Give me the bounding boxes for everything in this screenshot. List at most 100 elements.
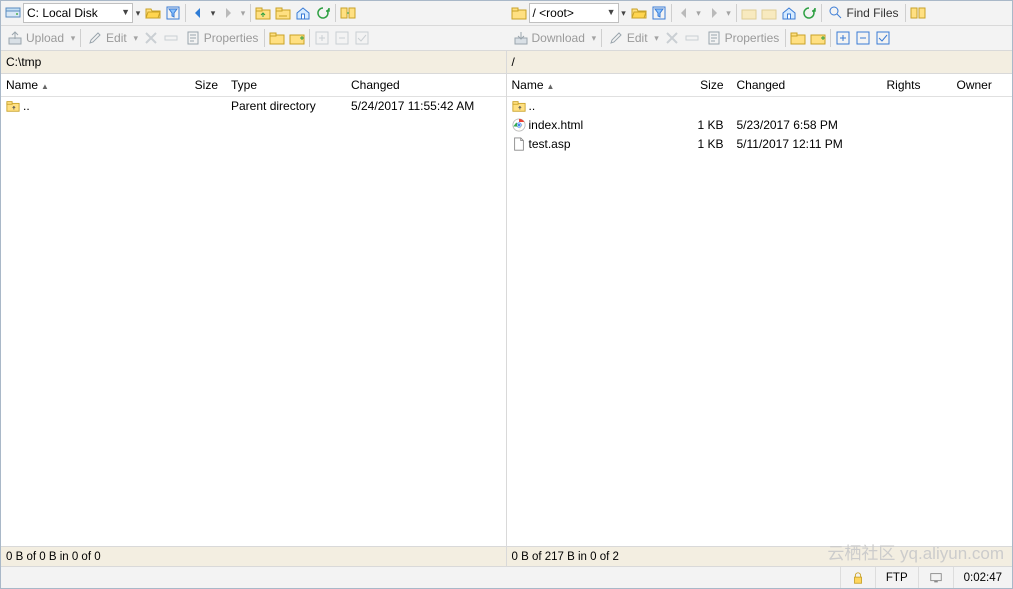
cell-owner: [952, 96, 1013, 115]
dropdown-arrow-icon[interactable]: ▾: [133, 3, 143, 23]
edit-label: Edit: [627, 31, 648, 45]
cell-type: Parent directory: [226, 96, 346, 115]
minus-box-icon: [332, 28, 352, 48]
back-icon: [674, 3, 694, 23]
root-folder-icon[interactable]: [759, 3, 779, 23]
cell-size: [181, 96, 226, 115]
remote-path-text: /: [512, 55, 515, 69]
cell-owner: [952, 134, 1013, 153]
protocol-status: FTP: [875, 567, 918, 588]
upload-button: Upload: [3, 28, 68, 48]
col-name[interactable]: Name▲: [1, 74, 181, 96]
new-file-icon[interactable]: [808, 28, 828, 48]
cell-changed: 5/23/2017 6:58 PM: [732, 115, 882, 134]
download-button: Download: [509, 28, 589, 48]
col-rights[interactable]: Rights: [882, 74, 952, 96]
col-owner[interactable]: Owner: [952, 74, 1013, 96]
refresh-icon[interactable]: [313, 3, 333, 23]
list-row[interactable]: test.asp1 KB5/11/2017 12:11 PM: [507, 134, 1013, 153]
home-icon[interactable]: [779, 3, 799, 23]
encryption-status: [840, 567, 875, 588]
cell-changed: 5/11/2017 12:11 PM: [732, 134, 882, 153]
back-history-icon[interactable]: ▾: [208, 3, 218, 23]
local-status: 0 B of 0 B in 0 of 0: [1, 546, 506, 566]
open-folder-icon[interactable]: [629, 3, 649, 23]
cell-rights: [882, 96, 952, 115]
connection-icon: [918, 567, 953, 588]
filter-icon[interactable]: [163, 3, 183, 23]
remote-file-list[interactable]: Name▲ Size Changed Rights Owner ..index.…: [507, 74, 1013, 546]
check-box-icon: [352, 28, 372, 48]
properties-label: Properties: [725, 31, 780, 45]
back-history-icon: ▾: [694, 3, 704, 23]
col-type[interactable]: Type: [226, 74, 346, 96]
list-row[interactable]: ..: [507, 96, 1013, 115]
properties-button: Properties: [702, 28, 784, 48]
find-files-button[interactable]: Find Files: [824, 3, 903, 23]
sync-browse-icon[interactable]: [908, 3, 928, 23]
local-drive-combo[interactable]: C: Local Disk▼: [23, 3, 133, 23]
col-name[interactable]: Name▲: [507, 74, 682, 96]
minus-box-icon[interactable]: [853, 28, 873, 48]
local-path-bar[interactable]: C:\tmp: [1, 51, 506, 74]
delete-icon: [662, 28, 682, 48]
local-panel: C:\tmp Name▲ Size Type Changed .. Parent …: [1, 51, 507, 566]
properties-button: Properties: [181, 28, 263, 48]
col-changed[interactable]: Changed: [346, 74, 506, 96]
sync-browse-icon[interactable]: [338, 3, 358, 23]
home-icon[interactable]: [293, 3, 313, 23]
upload-label: Upload: [26, 31, 64, 45]
root-folder-icon[interactable]: [273, 3, 293, 23]
edit-menu-icon: ▾: [652, 28, 662, 48]
cell-changed: [732, 96, 882, 115]
remote-path-bar[interactable]: /: [507, 51, 1013, 74]
local-path-text: C:\tmp: [6, 55, 41, 69]
plus-box-icon[interactable]: [833, 28, 853, 48]
cell-name: index.html: [507, 115, 682, 134]
col-size[interactable]: Size: [181, 74, 226, 96]
edit-menu-icon: ▾: [131, 28, 141, 48]
cell-size: [682, 96, 732, 115]
cell-name: ..: [507, 96, 682, 115]
new-folder-icon[interactable]: [788, 28, 808, 48]
parent-folder-icon[interactable]: [739, 3, 759, 23]
local-file-list[interactable]: Name▲ Size Type Changed .. Parent directo…: [1, 74, 506, 546]
status-bar: FTP 0:02:47: [1, 566, 1012, 588]
col-changed[interactable]: Changed: [732, 74, 882, 96]
remote-folder-icon: [509, 3, 529, 23]
back-icon[interactable]: [188, 3, 208, 23]
cell-name: test.asp: [507, 134, 682, 153]
forward-history-icon: ▾: [238, 3, 248, 23]
new-folder-icon[interactable]: [267, 28, 287, 48]
cell-rights: [882, 134, 952, 153]
cell-rights: [882, 115, 952, 134]
remote-path-combo[interactable]: / <root>▼: [529, 3, 619, 23]
download-menu-icon: ▾: [589, 28, 599, 48]
list-row[interactable]: ..Parent directory5/24/2017 11:55:42 AM: [1, 96, 506, 115]
new-file-icon[interactable]: [287, 28, 307, 48]
filter-icon[interactable]: [649, 3, 669, 23]
forward-icon: [218, 3, 238, 23]
cell-name: ..: [1, 96, 181, 115]
delete-icon: [141, 28, 161, 48]
check-box-icon[interactable]: [873, 28, 893, 48]
dropdown-arrow-icon[interactable]: ▾: [619, 3, 629, 23]
parent-folder-icon[interactable]: [253, 3, 273, 23]
rename-icon: [161, 28, 181, 48]
col-size[interactable]: Size: [682, 74, 732, 96]
edit-button: Edit: [83, 28, 131, 48]
refresh-icon[interactable]: [799, 3, 819, 23]
remote-path-label: / <root>: [533, 6, 574, 20]
cell-owner: [952, 115, 1013, 134]
open-folder-icon[interactable]: [143, 3, 163, 23]
elapsed-time: 0:02:47: [953, 567, 1012, 588]
list-row[interactable]: index.html1 KB5/23/2017 6:58 PM: [507, 115, 1013, 134]
edit-button: Edit: [604, 28, 652, 48]
properties-label: Properties: [204, 31, 259, 45]
remote-panel: / Name▲ Size Changed Rights Owner ..inde…: [507, 51, 1013, 566]
plus-box-icon: [312, 28, 332, 48]
remote-status: 0 B of 217 B in 0 of 2: [507, 546, 1013, 566]
download-label: Download: [532, 31, 585, 45]
cell-size: 1 KB: [682, 115, 732, 134]
rename-icon: [682, 28, 702, 48]
